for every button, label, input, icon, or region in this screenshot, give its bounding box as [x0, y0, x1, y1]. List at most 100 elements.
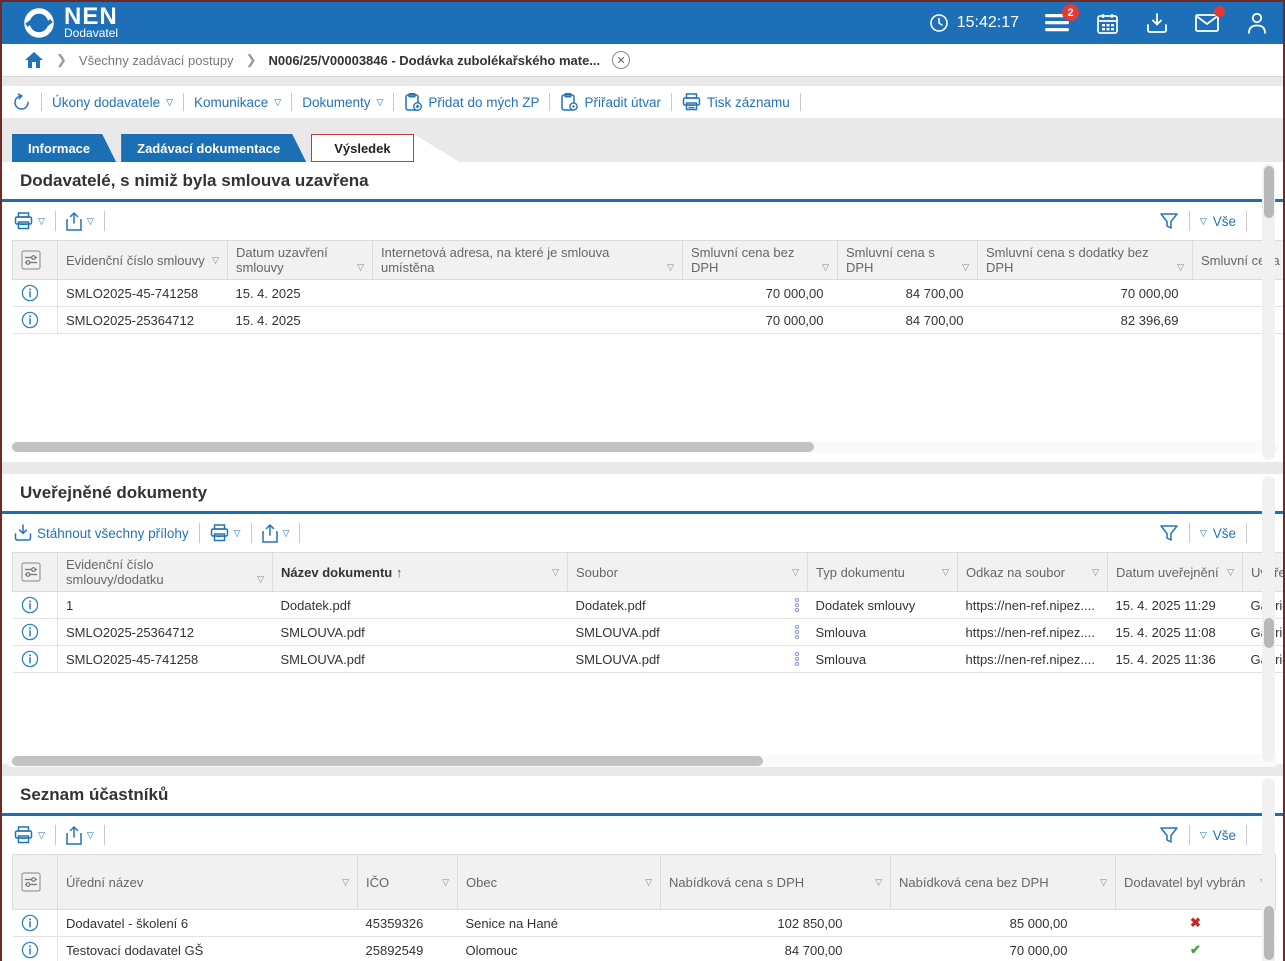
filter-icon[interactable] [1159, 825, 1179, 845]
filter-all-button[interactable]: ▽Vše [1200, 214, 1236, 229]
vertical-scrollbar[interactable] [1262, 164, 1275, 460]
column-header[interactable]: Dodavatel byl vybrán▽ [1116, 855, 1276, 910]
chevron-down-icon: ▽ [1200, 216, 1207, 227]
filter-triangle-icon[interactable]: ▽ [942, 567, 949, 580]
section-participants: Seznam účastníků ▽ ▽ ▽Vše Úřední název▽I… [2, 776, 1283, 961]
filter-triangle-icon[interactable]: ▽ [667, 262, 674, 275]
column-header[interactable]: IČO▽ [358, 855, 458, 910]
horizontal-scrollbar[interactable] [6, 755, 1279, 767]
vertical-scrollbar[interactable] [1262, 476, 1275, 762]
table-row[interactable]: SMLO2025-45-74125815. 4. 202570 000,0084… [13, 280, 1284, 307]
info-icon[interactable] [13, 307, 58, 334]
file-menu-icon[interactable] [794, 624, 800, 640]
filter-triangle-icon[interactable]: ▽ [357, 262, 364, 275]
tab-strip: Informace Zadávací dokumentace Výsledek [2, 134, 1283, 162]
brand[interactable]: NEN Dodavatel [22, 6, 118, 40]
file-menu-icon[interactable] [794, 651, 800, 667]
column-header[interactable]: Soubor▽ [568, 553, 808, 592]
calendar-icon[interactable] [1095, 11, 1119, 35]
column-header[interactable]: Nabídková cena s DPH▽ [661, 855, 891, 910]
filter-triangle-icon[interactable]: ▽ [962, 262, 969, 275]
horizontal-scrollbar[interactable] [6, 441, 1279, 453]
filter-triangle-icon[interactable]: ▽ [552, 567, 559, 580]
export-button[interactable]: ▽ [66, 212, 94, 231]
column-chooser-button[interactable] [13, 241, 58, 280]
filter-triangle-icon[interactable]: ▽ [442, 877, 449, 890]
vertical-scrollbar[interactable] [1262, 778, 1275, 961]
info-icon[interactable] [13, 910, 58, 937]
menu-komunikace[interactable]: Komunikace▽ [194, 95, 281, 110]
info-icon[interactable] [13, 937, 58, 961]
table-row[interactable]: 1Dodatek.pdfDodatek.pdfDodatek smlouvyht… [13, 592, 1284, 619]
menu-dokumenty[interactable]: Dokumenty▽ [302, 95, 383, 110]
filter-triangle-icon[interactable]: ▽ [342, 877, 349, 890]
column-header[interactable]: Smluvní cena s DPH▽ [838, 241, 978, 280]
filter-all-button[interactable]: ▽Vše [1200, 828, 1236, 843]
print-button[interactable]: ▽ [14, 212, 45, 230]
tab-content: Dodavatelé, s nimiž byla smlouva uzavřen… [2, 162, 1283, 961]
refresh-icon[interactable] [12, 93, 31, 112]
tab-vysledek[interactable]: Výsledek [311, 134, 413, 162]
info-icon[interactable] [13, 619, 58, 646]
assign-unit-button[interactable]: Přiřadit útvar [560, 93, 661, 112]
filter-triangle-icon[interactable]: ▽ [212, 255, 219, 268]
column-header[interactable]: Internetová adresa, na které je smlouva … [373, 241, 683, 280]
tab-zadavaci-dokumentace[interactable]: Zadávací dokumentace [121, 134, 306, 162]
info-icon[interactable] [13, 280, 58, 307]
info-icon[interactable] [13, 592, 58, 619]
column-header[interactable]: Nabídková cena bez DPH▽ [891, 855, 1116, 910]
column-header[interactable]: Odkaz na soubor▽ [958, 553, 1108, 592]
tab-informace[interactable]: Informace [12, 134, 116, 162]
column-header[interactable]: Smluvní cena s dodatky bez DPH▽ [978, 241, 1193, 280]
column-header[interactable]: Typ dokumentu▽ [808, 553, 958, 592]
column-chooser-button[interactable] [13, 553, 58, 592]
filter-triangle-icon[interactable]: ▽ [1092, 567, 1099, 580]
column-header[interactable]: Evidenční číslo smlouvy▽ [58, 241, 228, 280]
file-menu-icon[interactable] [794, 597, 800, 613]
filter-triangle-icon[interactable]: ▽ [822, 262, 829, 275]
table-row[interactable]: SMLO2025-45-741258SMLOUVA.pdfSMLOUVA.pdf… [13, 646, 1284, 673]
data-grid: Úřední název▽IČO▽Obec▽Nabídková cena s D… [2, 854, 1283, 961]
column-header[interactable]: Datum uzavření smlouvy▽ [228, 241, 373, 280]
export-button[interactable]: ▽ [66, 826, 94, 845]
filter-icon[interactable] [1159, 523, 1179, 543]
close-icon[interactable]: ✕ [612, 51, 630, 69]
table-row[interactable]: Dodavatel - školení 645359326Senice na H… [13, 910, 1276, 937]
filter-triangle-icon[interactable]: ▽ [792, 567, 799, 580]
table-row[interactable]: SMLO2025-2536471215. 4. 202570 000,0084 … [13, 307, 1284, 334]
menu-ukony-dodavatele[interactable]: Úkony dodavatele▽ [52, 95, 173, 110]
column-header[interactable]: Název dokumentu ↑▽ [273, 553, 568, 592]
column-header[interactable]: Smluvní cena bez DPH▽ [683, 241, 838, 280]
column-header[interactable]: Obec▽ [458, 855, 661, 910]
print-record-button[interactable]: Tisk záznamu [682, 93, 790, 111]
table-row[interactable]: SMLO2025-25364712SMLOUVA.pdfSMLOUVA.pdfS… [13, 619, 1284, 646]
download-all-attachments-button[interactable]: Stáhnout všechny přílohy [14, 524, 189, 542]
filter-triangle-icon[interactable]: ▽ [1177, 262, 1184, 275]
table-row[interactable]: Testovací dodavatel GŠ25892549Olomouc84 … [13, 937, 1276, 961]
filter-triangle-icon[interactable]: ▽ [645, 877, 652, 890]
column-header[interactable]: Úřední název▽ [58, 855, 358, 910]
menu-icon[interactable]: 2 [1045, 11, 1069, 35]
add-to-my-zp-button[interactable]: Přidat do mých ZP [404, 93, 539, 112]
column-header[interactable]: Evidenční číslo smlouvy/dodatku▽ [58, 553, 273, 592]
user-icon[interactable] [1245, 11, 1269, 35]
filter-triangle-icon[interactable]: ▽ [1100, 877, 1107, 890]
breadcrumb-current[interactable]: N006/25/V00003846 - Dodávka zubolékařské… [268, 53, 600, 68]
downloads-icon[interactable] [1145, 11, 1169, 35]
print-button[interactable]: ▽ [14, 826, 45, 844]
filter-triangle-icon[interactable]: ▽ [257, 574, 264, 587]
info-icon[interactable] [13, 646, 58, 673]
mail-icon[interactable] [1195, 11, 1219, 35]
filter-icon[interactable] [1159, 211, 1179, 231]
brand-subtitle: Dodavatel [64, 26, 118, 40]
print-button[interactable]: ▽ [210, 524, 241, 542]
filter-triangle-icon[interactable]: ▽ [1227, 567, 1234, 580]
filter-triangle-icon[interactable]: ▽ [875, 877, 882, 890]
breadcrumb-item[interactable]: Všechny zadávací postupy [79, 53, 234, 68]
filter-all-button[interactable]: ▽Vše [1200, 526, 1236, 541]
column-chooser-button[interactable] [13, 855, 58, 910]
home-icon[interactable] [24, 51, 44, 69]
export-button[interactable]: ▽ [262, 524, 290, 543]
cell: 84 700,00 [838, 280, 978, 307]
column-header[interactable]: Datum uveřejnění▽ [1108, 553, 1243, 592]
